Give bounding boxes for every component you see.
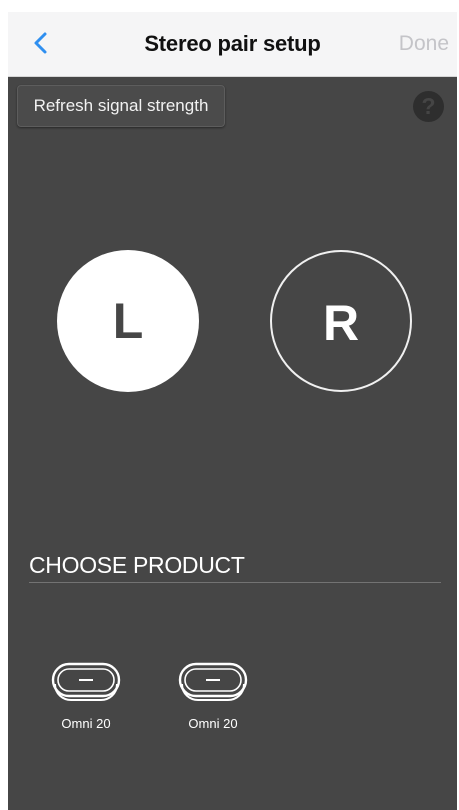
right-speaker-button[interactable]: R: [270, 250, 412, 392]
page-title: Stereo pair setup: [144, 31, 321, 56]
product-item-omni-20-second[interactable]: Omni 20: [168, 660, 258, 731]
stereo-pair-setup-screen: Stereo pair setup Done Refresh signal st…: [8, 12, 457, 810]
product-name: Omni 20: [61, 716, 111, 731]
product-item-omni-20-first[interactable]: Omni 20: [41, 660, 131, 731]
done-button[interactable]: Done: [399, 32, 449, 56]
section-divider: [29, 582, 441, 583]
right-speaker-label: R: [322, 295, 360, 351]
product-name: Omni 20: [188, 716, 238, 731]
help-icon[interactable]: ?: [413, 91, 444, 122]
navigation-bar: Stereo pair setup Done: [8, 12, 457, 77]
speaker-device-icon: [51, 662, 121, 701]
speaker-device-icon: [178, 662, 248, 701]
choose-product-heading: CHOOSE PRODUCT: [29, 552, 245, 578]
left-speaker-button[interactable]: L: [57, 250, 199, 392]
refresh-signal-strength-button[interactable]: Refresh signal strength: [17, 85, 225, 127]
left-speaker-label: L: [112, 293, 144, 349]
